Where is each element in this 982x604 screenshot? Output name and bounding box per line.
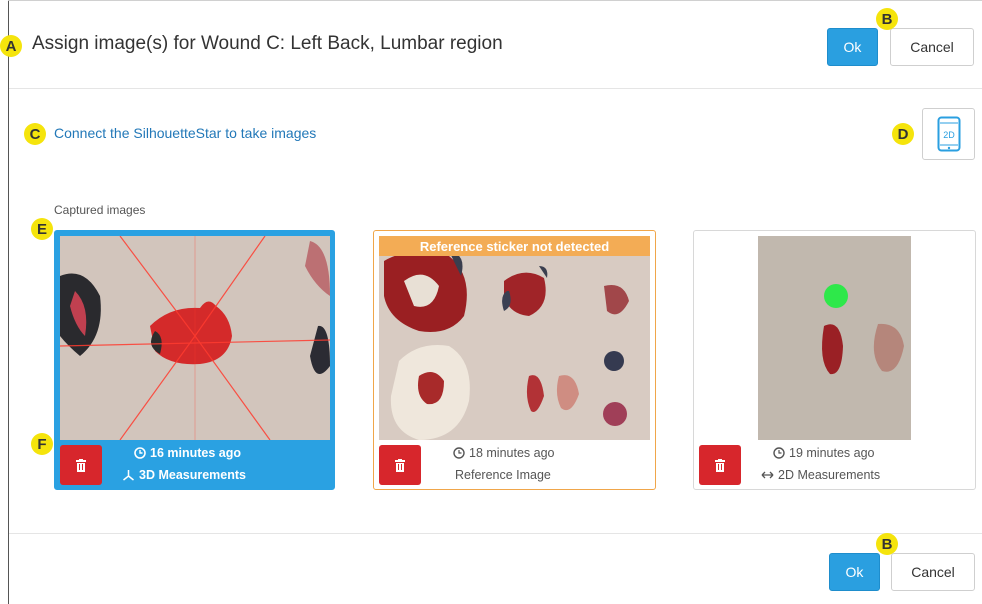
ok-button-bottom[interactable]: Ok — [829, 553, 880, 591]
cancel-button-top[interactable]: Cancel — [890, 28, 974, 66]
image-card-2[interactable]: Reference sticker not detected 18 minute… — [373, 230, 656, 490]
delete-image-button-3[interactable] — [699, 445, 741, 485]
annotation-badge-d: D — [892, 123, 914, 145]
clock-icon — [134, 447, 146, 459]
image-type-3: 2D Measurements — [761, 468, 880, 482]
wound-image-2d[interactable] — [758, 236, 911, 440]
type-text: 2D Measurements — [778, 468, 881, 482]
time-text: 19 minutes ago — [789, 446, 875, 460]
image-time-1: 16 minutes ago — [134, 446, 241, 460]
delete-image-button-1[interactable] — [60, 445, 102, 485]
clock-icon — [773, 447, 785, 459]
mode-2d-button[interactable]: 2D — [922, 108, 975, 160]
image-time-2: 18 minutes ago — [453, 446, 554, 460]
clock-icon — [453, 447, 465, 459]
trash-icon — [76, 458, 86, 472]
annotation-badge-c: C — [24, 123, 46, 145]
image-type-2: Reference Image — [455, 468, 551, 482]
tablet-2d-icon: 2D — [937, 116, 960, 152]
time-text: 18 minutes ago — [469, 446, 555, 460]
type-text: Reference Image — [455, 468, 551, 482]
3d-axis-icon — [123, 470, 134, 481]
horizontal-arrows-icon — [761, 471, 774, 479]
dialog-title: Assign image(s) for Wound C: Left Back, … — [32, 33, 503, 54]
header-divider — [9, 88, 982, 89]
connect-silhouettestar-link[interactable]: Connect the SilhouetteStar to take image… — [54, 125, 316, 141]
image-time-3: 19 minutes ago — [773, 446, 874, 460]
captured-images-label: Captured images — [54, 203, 146, 217]
wound-image-3d[interactable] — [60, 236, 330, 440]
trash-icon — [715, 458, 725, 472]
annotation-badge-f: F — [31, 433, 53, 455]
image-card-1[interactable]: 16 minutes ago 3D Measurements — [54, 230, 335, 490]
annotation-badge-b-bottom: B — [876, 533, 898, 555]
cancel-button-bottom[interactable]: Cancel — [891, 553, 975, 591]
trash-icon — [395, 458, 405, 472]
annotation-badge-b-top: B — [876, 8, 898, 30]
footer-divider — [9, 533, 982, 534]
image-card-3[interactable]: 19 minutes ago 2D Measurements — [693, 230, 976, 490]
ok-button-top[interactable]: Ok — [827, 28, 878, 66]
top-border — [8, 0, 982, 1]
annotation-badge-a: A — [0, 35, 22, 57]
delete-image-button-2[interactable] — [379, 445, 421, 485]
time-text: 16 minutes ago — [150, 446, 241, 460]
image-type-1: 3D Measurements — [122, 468, 246, 482]
annotation-badge-e: E — [31, 218, 53, 240]
reference-image[interactable]: Reference sticker not detected — [379, 236, 650, 440]
type-text: 3D Measurements — [139, 468, 246, 482]
svg-text:2D: 2D — [943, 130, 955, 140]
reference-sticker-warning: Reference sticker not detected — [379, 236, 650, 256]
